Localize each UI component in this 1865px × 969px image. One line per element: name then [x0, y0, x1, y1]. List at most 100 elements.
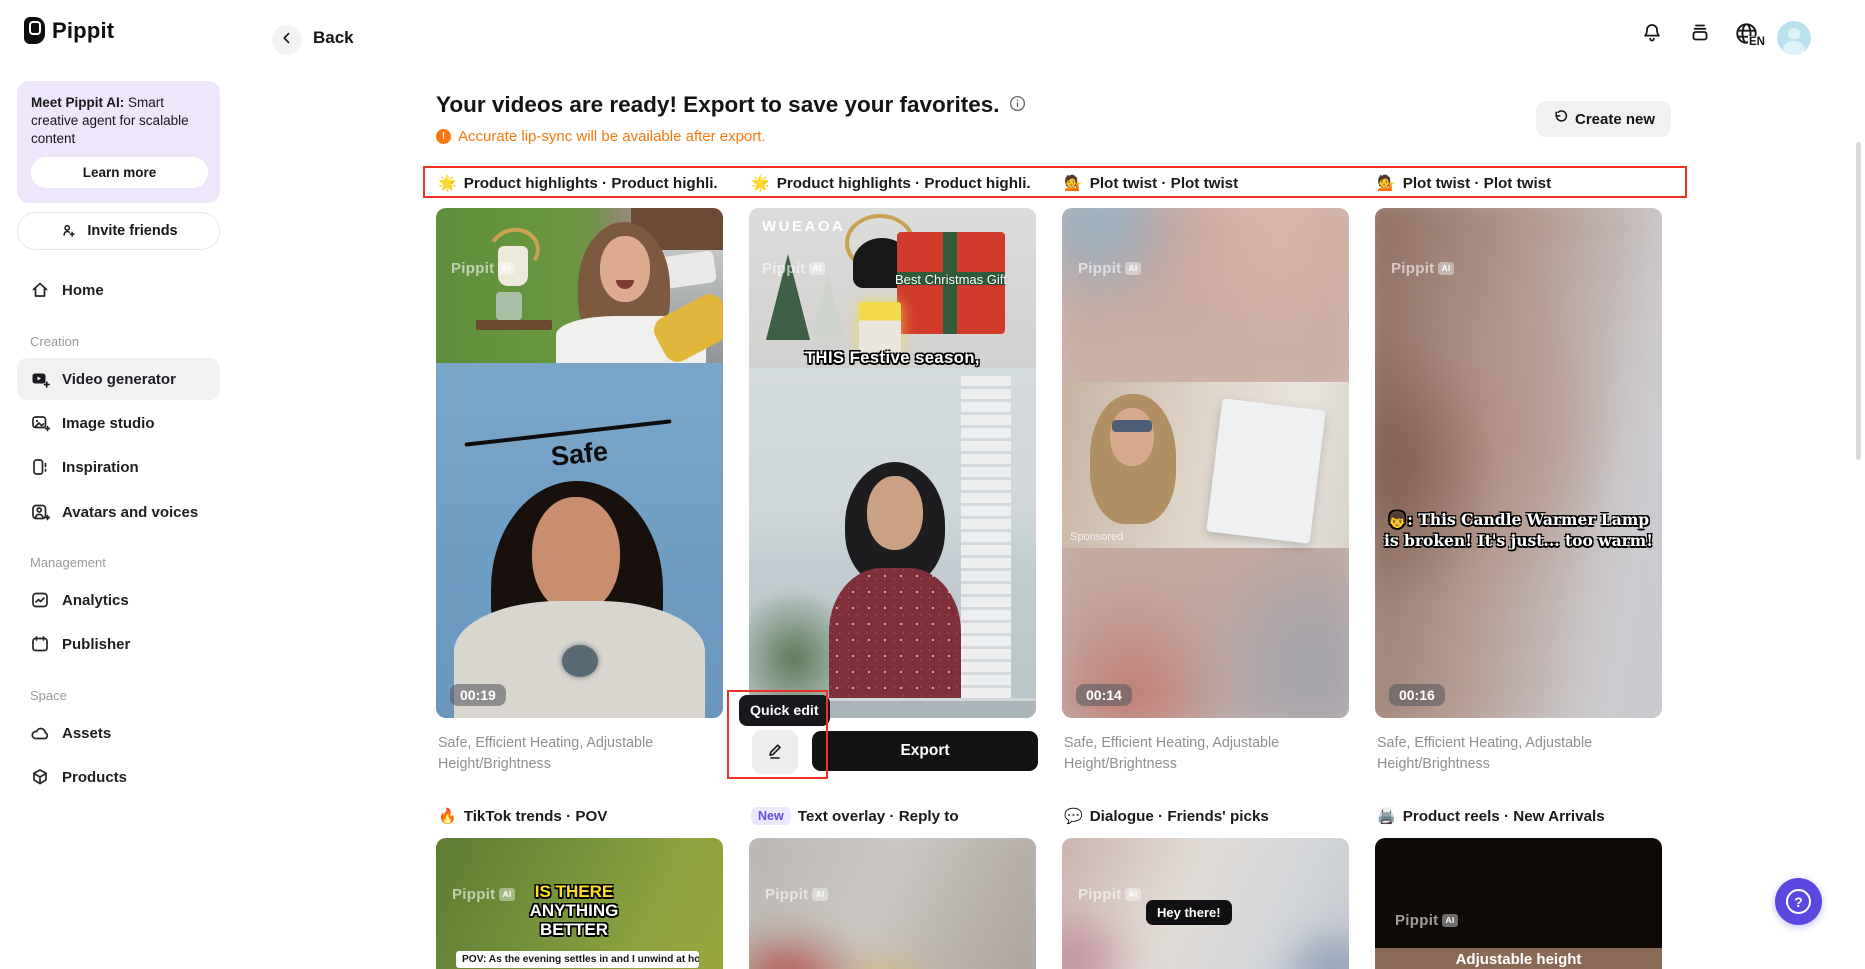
language-button[interactable]: EN: [1733, 20, 1767, 52]
quick-edit-button[interactable]: [752, 730, 798, 774]
video-thumbnail-3[interactable]: PippitAI Sponsored 00:14: [1062, 208, 1349, 718]
workspace-button[interactable]: [1686, 22, 1713, 49]
duration-badge: 00:16: [1389, 684, 1445, 706]
pippit-watermark: PippitAI: [1078, 260, 1141, 277]
video-title-4: 💁 Plot twist · Plot twist: [1377, 172, 1551, 194]
sidebar-item-label: Products: [62, 769, 127, 786]
pencil-icon: [765, 741, 785, 764]
video-title-5: 🔥 TikTok trends · POV: [438, 805, 607, 827]
thumb3-video-band: Sponsored: [1062, 382, 1349, 548]
thumb2-balcony-scene: [749, 368, 1036, 718]
sidebar-item-label: Assets: [62, 725, 111, 742]
layers-stack-icon: [1688, 21, 1712, 50]
pippit-watermark: PippitAI: [762, 260, 825, 277]
glowing-star-icon: 🌟: [751, 174, 770, 192]
thumb4-caption: 👦: This Candle Warmer Lamp is broken! It…: [1383, 510, 1654, 552]
info-icon[interactable]: [1009, 92, 1026, 118]
sidebar-item-analytics[interactable]: Analytics: [17, 579, 220, 621]
back-label: Back: [313, 28, 354, 48]
quick-edit-tooltip: Quick edit: [739, 695, 830, 726]
inspiration-icon: [30, 457, 50, 477]
help-button[interactable]: ?: [1775, 878, 1822, 925]
video-thumbnail-7[interactable]: PippitAI Hey there!: [1062, 838, 1349, 969]
glowing-star-icon: 🌟: [438, 174, 457, 192]
video-thumbnail-4[interactable]: PippitAI 👦: This Candle Warmer Lamp is b…: [1375, 208, 1662, 718]
new-badge: New: [751, 807, 791, 825]
sidebar-item-assets[interactable]: Assets: [17, 712, 220, 754]
warning-text: Accurate lip-sync will be available afte…: [458, 128, 766, 145]
video-description-3: Safe, Efficient Heating, Adjustable Heig…: [1064, 733, 1316, 774]
person-plus-icon: [59, 221, 79, 241]
video-description-1: Safe, Efficient Heating, Adjustable Heig…: [438, 733, 690, 774]
thumb1-room-scene: [436, 208, 723, 363]
sidebar-item-video-generator[interactable]: Video generator: [17, 358, 220, 400]
invite-friends-button[interactable]: Invite friends: [17, 212, 220, 250]
invite-friends-label: Invite friends: [87, 223, 177, 239]
speech-balloon-icon: 💬: [1064, 807, 1083, 825]
learn-more-button[interactable]: Learn more: [31, 157, 208, 188]
promo-card: Meet Pippit AI: Smart creative agent for…: [17, 81, 220, 203]
scrollbar[interactable]: [1856, 142, 1861, 460]
promo-text: Meet Pippit AI: Smart creative agent for…: [31, 94, 206, 147]
sidebar-item-label: Publisher: [62, 636, 130, 653]
video-thumbnail-5[interactable]: PippitAI IS THERE ANYTHING BETTER POV: A…: [436, 838, 723, 969]
chevron-left-icon: [279, 30, 295, 51]
printer-icon: 🖨️: [1377, 807, 1396, 825]
sidebar-item-label: Analytics: [62, 592, 129, 609]
sidebar-item-label: Home: [62, 282, 104, 299]
cloud-icon: [30, 723, 50, 743]
pippit-watermark: PippitAI: [765, 886, 828, 903]
video-thumbnail-2[interactable]: WUEAOA PippitAI Best Christmas Gift THIS…: [749, 208, 1036, 718]
person-tipping-hand-icon: 💁: [1377, 174, 1396, 192]
thumb7-caption-badge: Hey there!: [1146, 900, 1232, 925]
back-button[interactable]: [272, 25, 302, 55]
sidebar-item-avatars-voices[interactable]: Avatars and voices: [17, 491, 220, 533]
export-button[interactable]: Export: [812, 731, 1038, 771]
thumb2-caption: THIS Festive season,: [749, 349, 1036, 368]
pippit-watermark: PippitAI: [451, 260, 514, 277]
duration-badge: 00:19: [450, 684, 506, 706]
box-icon: [30, 767, 50, 787]
pippit-logo[interactable]: Pippit: [24, 17, 114, 44]
duration-badge: 00:14: [1076, 684, 1132, 706]
sidebar-item-label: Image studio: [62, 415, 155, 432]
sidebar-item-products[interactable]: Products: [17, 756, 220, 798]
thumb8-caption: Adjustable height: [1375, 951, 1662, 968]
sidebar-item-inspiration[interactable]: Inspiration: [17, 446, 220, 488]
analytics-icon: [30, 590, 50, 610]
video-generator-icon: [30, 369, 50, 389]
thumb5-caption: POV: As the evening settles in and I unw…: [456, 951, 699, 968]
language-label: EN: [1748, 36, 1766, 48]
refresh-icon: [1552, 109, 1568, 129]
video-title-3: 💁 Plot twist · Plot twist: [1064, 172, 1238, 194]
avatar-head-shape: [1788, 28, 1800, 39]
video-thumbnail-6[interactable]: PippitAI: [749, 838, 1036, 969]
home-icon: [30, 280, 50, 300]
bell-icon: [1640, 21, 1664, 50]
fire-icon: 🔥: [438, 807, 457, 825]
video-thumbnail-1[interactable]: PippitAI Safe 00:19: [436, 208, 723, 718]
avatar[interactable]: [1777, 21, 1811, 55]
sidebar-item-home[interactable]: Home: [17, 269, 220, 311]
video-thumbnail-8[interactable]: PippitAI Adjustable height: [1375, 838, 1662, 969]
video-description-4: Safe, Efficient Heating, Adjustable Heig…: [1377, 733, 1629, 774]
notifications-button[interactable]: [1638, 22, 1665, 49]
person-tipping-hand-icon: 💁: [1064, 174, 1083, 192]
video-title-7: 💬 Dialogue · Friends' picks: [1064, 805, 1269, 827]
create-new-button[interactable]: Create new: [1536, 101, 1671, 137]
thumb1-speaker-scene: Safe: [436, 363, 723, 718]
video-title-2: 🌟 Product highlights · Product highli...: [751, 172, 1031, 194]
sidebar-item-label: Video generator: [62, 371, 176, 388]
pippit-watermark: PippitAI: [1395, 912, 1458, 929]
sidebar-item-label: Inspiration: [62, 459, 139, 476]
lip-sync-warning: ! Accurate lip-sync will be available af…: [436, 128, 766, 145]
page-title: Your videos are ready! Export to save yo…: [436, 92, 1000, 118]
thumb4-blurred-bg: [1375, 208, 1662, 718]
sidebar-item-image-studio[interactable]: Image studio: [17, 402, 220, 444]
thumb2-gift-caption: Best Christmas Gift: [895, 272, 1007, 287]
pippit-watermark: PippitAI: [1391, 260, 1454, 277]
publisher-icon: [30, 634, 50, 654]
thumb6-blurred-bg: [749, 838, 1036, 969]
section-label-management: Management: [30, 555, 106, 570]
sidebar-item-publisher[interactable]: Publisher: [17, 623, 220, 665]
